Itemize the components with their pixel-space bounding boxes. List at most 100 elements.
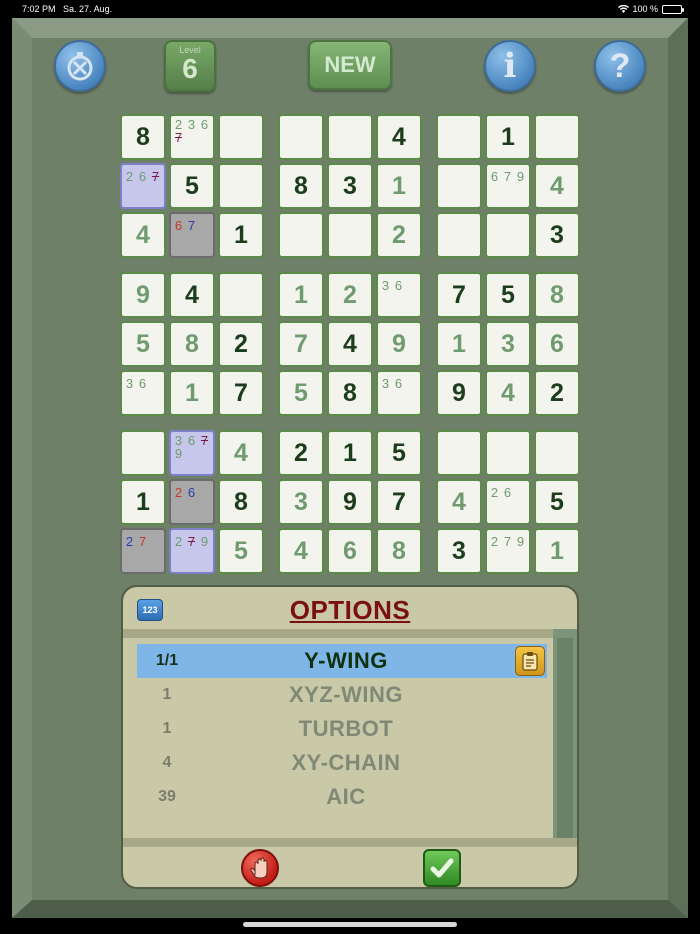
cell-r1c6[interactable]: 4 [376,114,422,160]
cell-r1c4[interactable] [278,114,324,160]
clipboard-icon[interactable] [515,646,545,676]
cell-r7c2[interactable]: 3679 [169,430,215,476]
cell-r6c5[interactable]: 8 [327,370,373,416]
cell-r1c3[interactable] [218,114,264,160]
cell-r6c2[interactable]: 1 [169,370,215,416]
cell-r1c2[interactable]: 2367 [169,114,215,160]
cell-r5c9[interactable]: 6 [534,321,580,367]
cell-r4c3[interactable] [218,272,264,318]
candidate: 6 [200,117,209,132]
strategy-row-aic[interactable]: 39 AIC [137,780,547,814]
cell-r7c7[interactable] [436,430,482,476]
stopwatch-button[interactable] [54,40,106,92]
cell-r6c6[interactable]: 36 [376,370,422,416]
cell-r2c5[interactable]: 3 [327,163,373,209]
cell-r5c2[interactable]: 8 [169,321,215,367]
info-button[interactable]: i [484,40,536,92]
cell-r3c9[interactable]: 3 [534,212,580,258]
cell-r9c5[interactable]: 6 [327,528,373,574]
cell-r9c1[interactable]: 27 [120,528,166,574]
cell-r2c2[interactable]: 5 [169,163,215,209]
cell-r2c8[interactable]: 679 [485,163,531,209]
cell-r6c4[interactable]: 5 [278,370,324,416]
strategy-row-turbot[interactable]: 1 TURBOT [137,712,547,746]
cell-r8c2[interactable]: 26 [169,479,215,525]
cell-r5c6[interactable]: 9 [376,321,422,367]
cell-r4c2[interactable]: 4 [169,272,215,318]
candidate-notes: 267 [122,165,164,207]
cell-r3c2[interactable]: 67 [169,212,215,258]
cell-r3c5[interactable] [327,212,373,258]
given-digit: 1 [136,487,150,516]
cell-r3c3[interactable]: 1 [218,212,264,258]
cell-r1c7[interactable] [436,114,482,160]
cell-r4c9[interactable]: 8 [534,272,580,318]
cell-r9c6[interactable]: 8 [376,528,422,574]
cell-r3c1[interactable]: 4 [120,212,166,258]
cell-r7c8[interactable] [485,430,531,476]
cell-r4c8[interactable]: 5 [485,272,531,318]
cell-r9c2[interactable]: 279 [169,528,215,574]
cell-r9c7[interactable]: 3 [436,528,482,574]
cell-r9c3[interactable]: 5 [218,528,264,574]
home-indicator[interactable] [243,922,457,927]
cell-r2c3[interactable] [218,163,264,209]
cell-r5c1[interactable]: 5 [120,321,166,367]
level-button[interactable]: Level 6 [164,40,216,92]
cell-r2c1[interactable]: 267 [120,163,166,209]
cell-r7c3[interactable]: 4 [218,430,264,476]
cell-r5c5[interactable]: 4 [327,321,373,367]
cell-r7c9[interactable] [534,430,580,476]
cell-r6c7[interactable]: 9 [436,370,482,416]
cell-r6c8[interactable]: 4 [485,370,531,416]
cell-r3c6[interactable]: 2 [376,212,422,258]
cell-r8c8[interactable]: 26 [485,479,531,525]
cell-r3c4[interactable] [278,212,324,258]
cell-r8c1[interactable]: 1 [120,479,166,525]
strategy-row-y-wing[interactable]: 1/1 Y-WING [137,644,547,678]
cell-r6c9[interactable]: 2 [534,370,580,416]
cell-r2c7[interactable] [436,163,482,209]
cell-r8c3[interactable]: 8 [218,479,264,525]
cell-r1c8[interactable]: 1 [485,114,531,160]
cell-r9c9[interactable]: 1 [534,528,580,574]
cell-r8c6[interactable]: 7 [376,479,422,525]
cell-r4c5[interactable]: 2 [327,272,373,318]
cell-r4c6[interactable]: 36 [376,272,422,318]
cell-r8c5[interactable]: 9 [327,479,373,525]
cell-r4c7[interactable]: 7 [436,272,482,318]
stop-button[interactable] [241,849,279,887]
cell-r8c4[interactable]: 3 [278,479,324,525]
scrollbar-thumb[interactable] [557,638,573,838]
cell-r2c9[interactable]: 4 [534,163,580,209]
cell-r1c5[interactable] [327,114,373,160]
cell-r7c6[interactable]: 5 [376,430,422,476]
cell-r7c1[interactable] [120,430,166,476]
cell-r8c9[interactable]: 5 [534,479,580,525]
cell-r2c4[interactable]: 8 [278,163,324,209]
new-game-button[interactable]: NEW [308,40,392,90]
cell-r9c4[interactable]: 4 [278,528,324,574]
strategy-row-xy-chain[interactable]: 4 XY-CHAIN [137,746,547,780]
cell-r4c1[interactable]: 9 [120,272,166,318]
cell-r5c4[interactable]: 7 [278,321,324,367]
cell-r2c6[interactable]: 1 [376,163,422,209]
cell-r5c8[interactable]: 3 [485,321,531,367]
cell-r4c4[interactable]: 1 [278,272,324,318]
strategy-row-xyz-wing[interactable]: 1 XYZ-WING [137,678,547,712]
confirm-button[interactable] [423,849,461,887]
cell-r5c7[interactable]: 1 [436,321,482,367]
cell-r9c8[interactable]: 279 [485,528,531,574]
cell-r6c1[interactable]: 36 [120,370,166,416]
cell-r1c1[interactable]: 8 [120,114,166,160]
cell-r7c5[interactable]: 1 [327,430,373,476]
cell-r7c4[interactable]: 2 [278,430,324,476]
cell-r3c8[interactable] [485,212,531,258]
help-button[interactable]: ? [594,40,646,92]
cell-r5c3[interactable]: 2 [218,321,264,367]
cell-r3c7[interactable] [436,212,482,258]
cell-r6c3[interactable]: 7 [218,370,264,416]
wifi-icon [618,5,630,13]
cell-r8c7[interactable]: 4 [436,479,482,525]
cell-r1c9[interactable] [534,114,580,160]
